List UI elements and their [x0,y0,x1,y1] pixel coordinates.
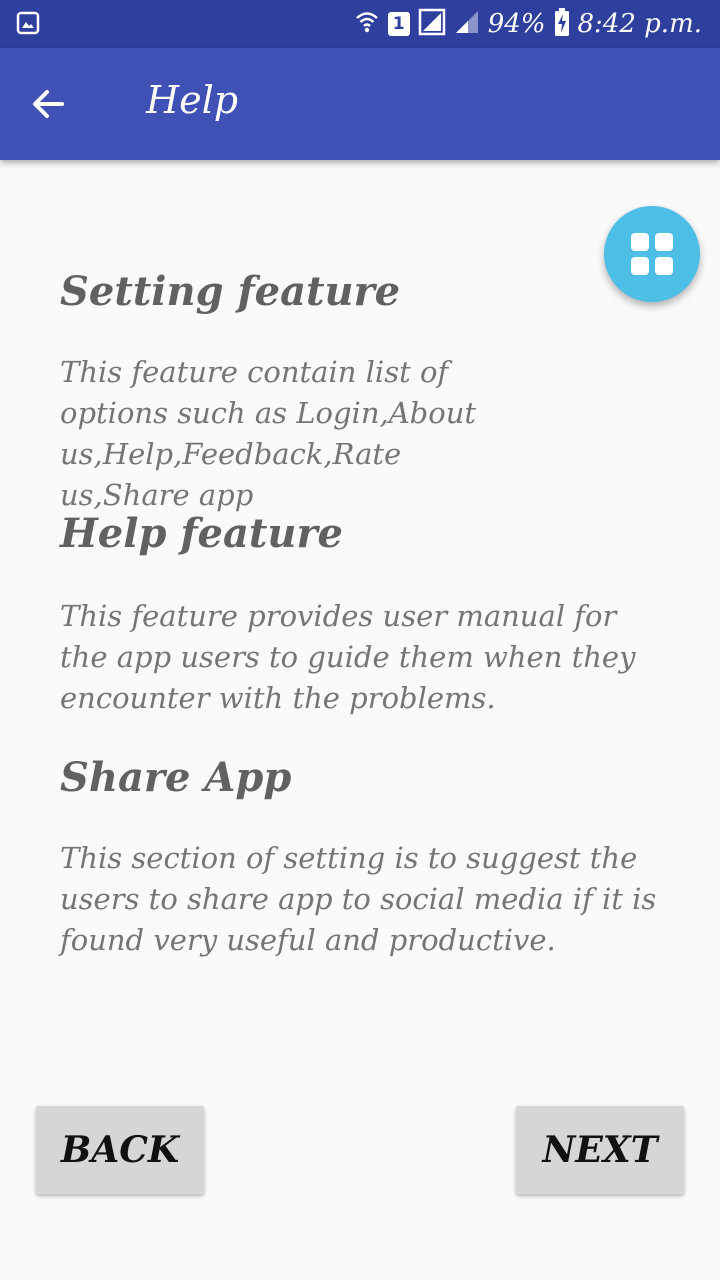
sim-indicator: 1 [387,12,410,36]
page-title: Help [146,78,239,122]
section-setting-feature: Setting feature This feature contain lis… [60,262,500,516]
app-bar: Help [0,48,720,160]
cell-signal-icon [454,9,480,39]
next-button[interactable]: NEXT [516,1106,684,1194]
section-heading: Help feature [60,510,343,557]
section-body: This feature contain list of options suc… [60,355,477,512]
section-share-app: Share App This section of setting is to … [60,748,670,961]
section-heading: Share App [60,754,292,801]
signal-box-icon [418,8,446,40]
gallery-icon [16,11,40,39]
status-bar: 1 94% 8:42 p.m. [0,0,720,48]
menu-grid-button[interactable] [604,206,700,302]
battery-charging-icon [554,8,570,40]
section-help-feature: Help feature This feature provides user … [60,504,660,719]
back-button[interactable]: BACK [36,1106,204,1194]
clock: 8:42 p.m. [577,9,702,39]
grid-icon [631,233,673,275]
wifi-icon [354,9,380,39]
battery-percent: 94% [487,9,546,39]
section-body: This feature provides user manual for th… [60,599,636,715]
section-body: This section of setting is to suggest th… [60,841,657,957]
section-heading: Setting feature [60,268,401,315]
status-icons: 1 94% 8:42 p.m. [354,6,702,42]
back-arrow-icon[interactable] [28,84,68,124]
